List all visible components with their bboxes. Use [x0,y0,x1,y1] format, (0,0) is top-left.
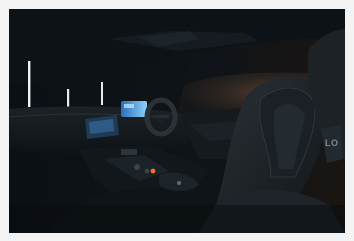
car-interior-photo: LO [9,9,345,233]
car-interior-illustration: LO [9,9,345,233]
start-button [150,168,156,174]
instrument-display [121,101,147,117]
headrest-badge: LO [325,138,339,148]
image-frame: LO [0,0,354,241]
